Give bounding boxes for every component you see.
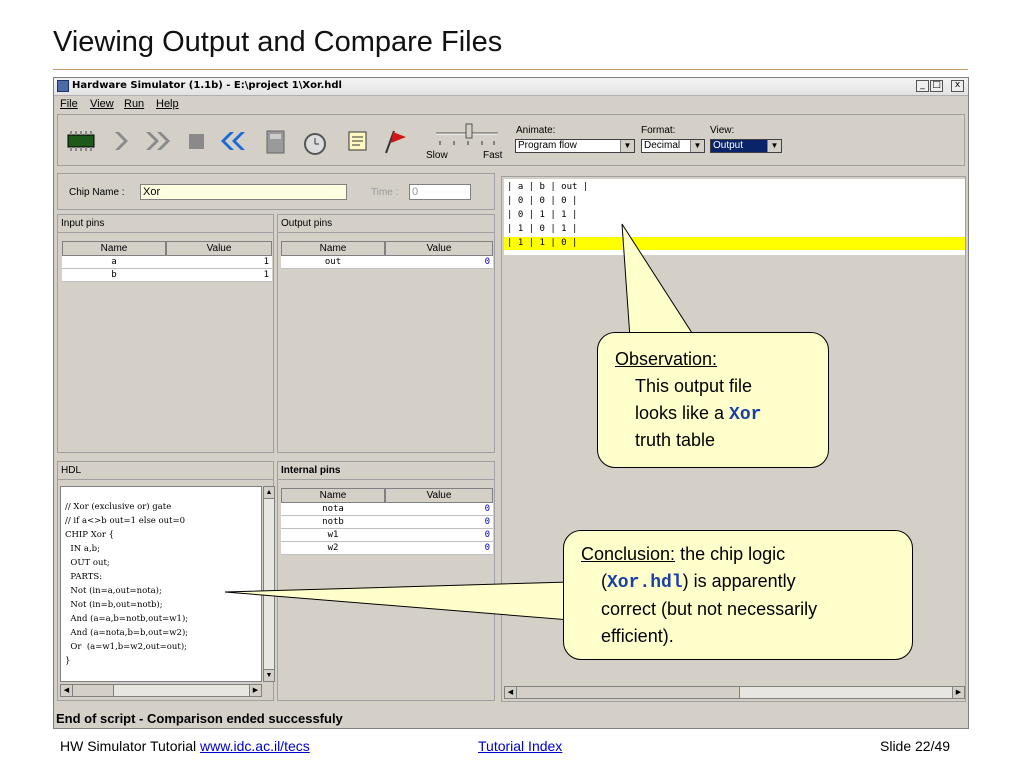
conclusion-text: ) is apparently	[682, 571, 796, 591]
slide-number: Slide 22/49	[880, 738, 951, 754]
footer-left: HW Simulator Tutorial www.idc.ac.il/tecs	[60, 738, 310, 754]
conclusion-line: efficient).	[601, 626, 674, 646]
footer-text: HW Simulator Tutorial	[60, 738, 197, 754]
observation-code: Xor	[729, 405, 762, 425]
observation-line: looks like a Xor	[635, 403, 761, 425]
conclusion-code: Xor.hdl	[607, 573, 683, 593]
observation-text: looks like a	[635, 403, 730, 423]
footer-website-link[interactable]: www.idc.ac.il/tecs	[200, 738, 310, 754]
observation-line: This output file	[635, 376, 753, 396]
conclusion-callout: Conclusion: the chip logic (Xor.hdl) is …	[563, 530, 913, 660]
conclusion-text: the chip logic	[675, 544, 786, 564]
observation-heading: Observation:	[615, 349, 718, 369]
conclusion-heading: Conclusion:	[581, 544, 676, 564]
observation-callout: Observation: This output file looks like…	[597, 332, 829, 468]
conclusion-line: correct (but not necessarily	[601, 599, 818, 619]
conclusion-line: Conclusion: the chip logic	[581, 544, 785, 565]
tutorial-index-link[interactable]: Tutorial Index	[478, 738, 562, 754]
conclusion-line: (Xor.hdl) is apparently	[601, 571, 796, 593]
observation-line: truth table	[635, 430, 716, 450]
